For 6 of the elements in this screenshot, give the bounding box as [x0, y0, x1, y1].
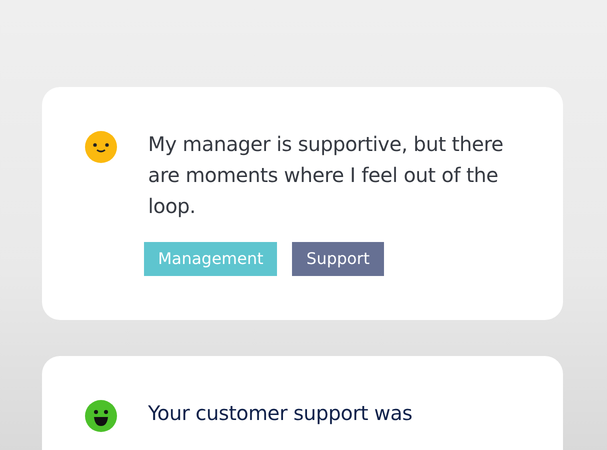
- feedback-text: Your customer support was: [148, 400, 414, 427]
- feedback-text: My manager is supportive, but there are moments where I feel out of the loop.: [148, 131, 504, 220]
- smiley-face-icon: [85, 400, 117, 432]
- smiley-face-icon: [85, 131, 117, 163]
- tag: Management: [144, 242, 278, 276]
- tag: Support: [292, 242, 384, 276]
